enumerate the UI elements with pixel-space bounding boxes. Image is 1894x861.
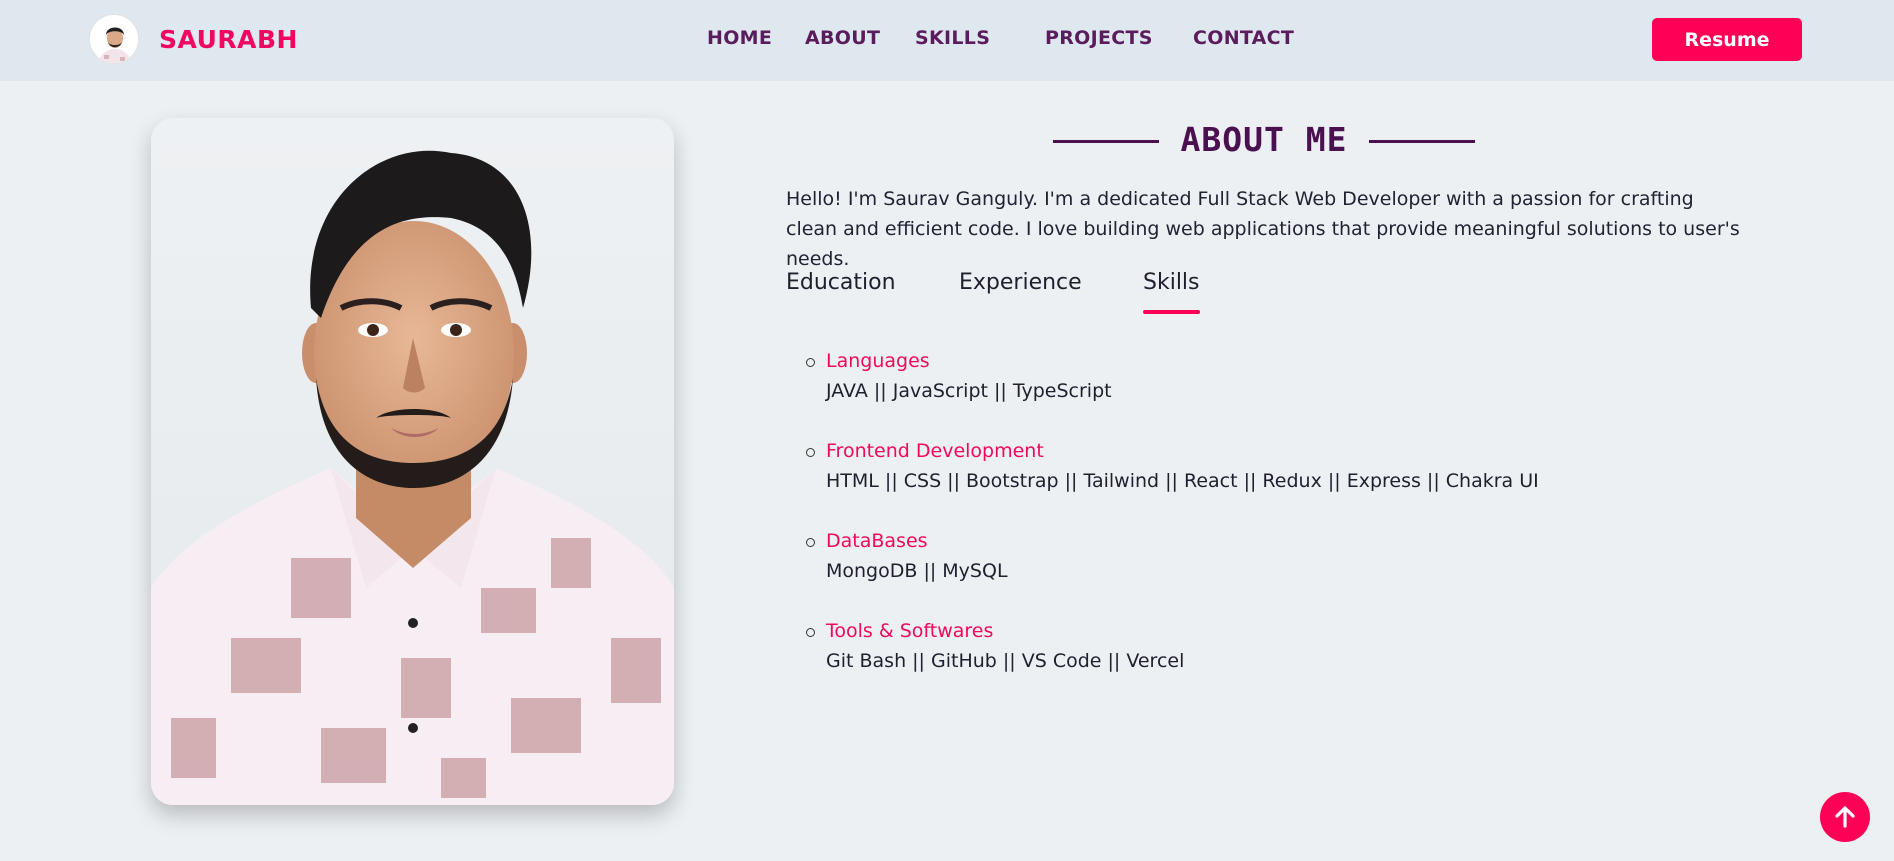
active-tab-indicator [1143,310,1200,314]
bullet-icon [806,628,815,637]
skill-category-title: Frontend Development [826,440,1044,462]
navbar: SAURABH HOME ABOUT SKILLS PROJECTS CONTA… [0,0,1894,81]
skill-category-title: DataBases [826,530,928,552]
bullet-icon [806,358,815,367]
skill-category-title: Languages [826,350,930,372]
skill-category-items: MongoDB || MySQL [826,560,1008,582]
profile-photo [151,118,674,805]
skill-category-items: Git Bash || GitHub || VS Code || Vercel [826,650,1185,672]
skill-category-items: HTML || CSS || Bootstrap || Tailwind || … [826,470,1539,492]
arrow-up-icon [1835,806,1855,828]
nav-link-about[interactable]: ABOUT [805,27,880,49]
tab-experience[interactable]: Experience [959,270,1082,295]
tab-skills[interactable]: Skills [1143,270,1200,295]
nav-link-contact[interactable]: CONTACT [1193,27,1294,49]
skill-category-items: JAVA || JavaScript || TypeScript [826,380,1112,402]
bullet-icon [806,538,815,547]
skill-category-title: Tools & Softwares [826,620,994,642]
brand[interactable]: SAURABH [89,14,298,64]
intro-text: Hello! I'm Saurav Ganguly. I'm a dedicat… [786,188,1740,270]
nav-link-home[interactable]: HOME [707,27,772,49]
tab-education[interactable]: Education [786,270,896,295]
resume-button[interactable]: Resume [1652,18,1802,61]
nav-link-projects[interactable]: PROJECTS [1045,27,1153,49]
brand-name: SAURABH [159,24,298,54]
scroll-to-top-button[interactable] [1820,792,1870,842]
about-heading: ABOUT ME [1053,118,1475,164]
bullet-icon [806,448,815,457]
brand-avatar [89,14,139,64]
nav-link-skills[interactable]: SKILLS [915,27,990,49]
heading-line-right [1369,140,1475,143]
